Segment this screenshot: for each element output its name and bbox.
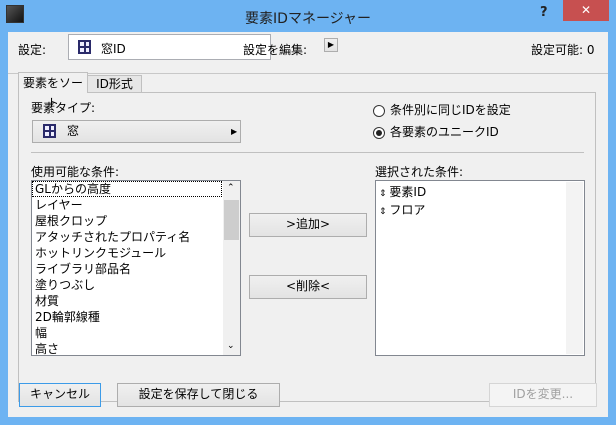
- chevron-up-icon: ⌃: [227, 183, 235, 193]
- dialog-window: 要素IDマネージャー ? ✕ 設定: 窓ID ⌄ 設定を編集: ▶ 設定可能: …: [0, 0, 616, 425]
- selected-list[interactable]: ⇕ 要素ID ⇕ フロア: [375, 180, 585, 356]
- reorder-icon[interactable]: ⇕: [379, 207, 389, 217]
- list-item[interactable]: レイヤー: [32, 197, 240, 213]
- divider: [8, 73, 608, 74]
- divider: [31, 152, 584, 153]
- element-type-label: 要素タイプ:: [31, 101, 96, 115]
- dialog-body: 設定: 窓ID ⌄ 設定を編集: ▶ 設定可能: 0 要素をソート ID形式 要…: [8, 32, 608, 417]
- save-close-button[interactable]: 設定を保存して閉じる: [117, 383, 280, 407]
- available-label: 使用可能な条件:: [31, 165, 120, 179]
- window-title: 要素IDマネージャー: [245, 11, 371, 27]
- list-item[interactable]: 高さ: [32, 341, 240, 355]
- available-list[interactable]: GLからの高度 レイヤー 屋根クロップ アタッチされたプロパティ名 ホットリンクモジュー…: [31, 180, 241, 356]
- add-button[interactable]: >追加>: [249, 213, 367, 237]
- element-type-button[interactable]: 窓 ▶: [32, 120, 241, 143]
- play-icon: ▶: [327, 40, 335, 49]
- tab-id-format[interactable]: ID形式: [87, 75, 142, 93]
- window-icon: [78, 40, 91, 54]
- element-type-value: 窓: [67, 124, 80, 138]
- list-item[interactable]: ⇕ 要素ID: [376, 184, 584, 202]
- list-item[interactable]: ⇕ フロア: [376, 202, 584, 220]
- change-id-button: IDを変更...: [489, 383, 597, 407]
- list-item[interactable]: 2D輪郭線種: [32, 309, 240, 325]
- radio-label: 条件別に同じIDを設定: [390, 103, 511, 117]
- list-item[interactable]: アタッチされたプロパティ名: [32, 229, 240, 245]
- reorder-icon[interactable]: ⇕: [379, 189, 389, 199]
- close-button[interactable]: ✕: [563, 0, 609, 21]
- radio-label: 各要素のユニークID: [390, 125, 499, 139]
- remove-button[interactable]: <削除<: [249, 275, 367, 299]
- list-item[interactable]: 塗りつぶし: [32, 277, 240, 293]
- radio-unique-id[interactable]: 各要素のユニークID: [373, 123, 499, 140]
- window-icon: [43, 124, 56, 138]
- radio-same-id[interactable]: 条件別に同じIDを設定: [373, 101, 511, 118]
- settings-available: 設定可能: 0: [531, 43, 595, 57]
- list-item-label: 要素ID: [389, 185, 427, 199]
- scrollbar: [566, 182, 583, 354]
- scrollbar[interactable]: ⌃ ⌄: [223, 181, 240, 355]
- cancel-button[interactable]: キャンセル: [19, 383, 101, 407]
- selected-label: 選択された条件:: [375, 165, 464, 179]
- list-item[interactable]: ホットリンクモジュール: [32, 245, 240, 261]
- radio-icon: [373, 126, 385, 139]
- edit-settings-button[interactable]: ▶: [324, 38, 338, 52]
- play-icon: ▶: [231, 127, 238, 136]
- list-item[interactable]: ライブラリ部品名: [32, 261, 240, 277]
- chevron-down-icon: ⌄: [227, 341, 235, 351]
- scroll-thumb[interactable]: [224, 200, 239, 240]
- tab-sort[interactable]: 要素をソート: [18, 72, 88, 110]
- settings-dropdown[interactable]: 窓ID ⌄: [68, 34, 271, 60]
- edit-settings-label: 設定を編集:: [243, 43, 308, 57]
- help-button[interactable]: ?: [540, 5, 548, 20]
- list-item[interactable]: 材質: [32, 293, 240, 309]
- radio-icon: [373, 104, 385, 117]
- list-item[interactable]: 屋根クロップ: [32, 213, 240, 229]
- list-item[interactable]: GLからの高度: [32, 181, 222, 197]
- list-item-label: フロア: [389, 203, 426, 217]
- settings-label: 設定:: [18, 43, 47, 57]
- list-item[interactable]: 幅: [32, 325, 240, 341]
- settings-value: 窓ID: [101, 42, 126, 56]
